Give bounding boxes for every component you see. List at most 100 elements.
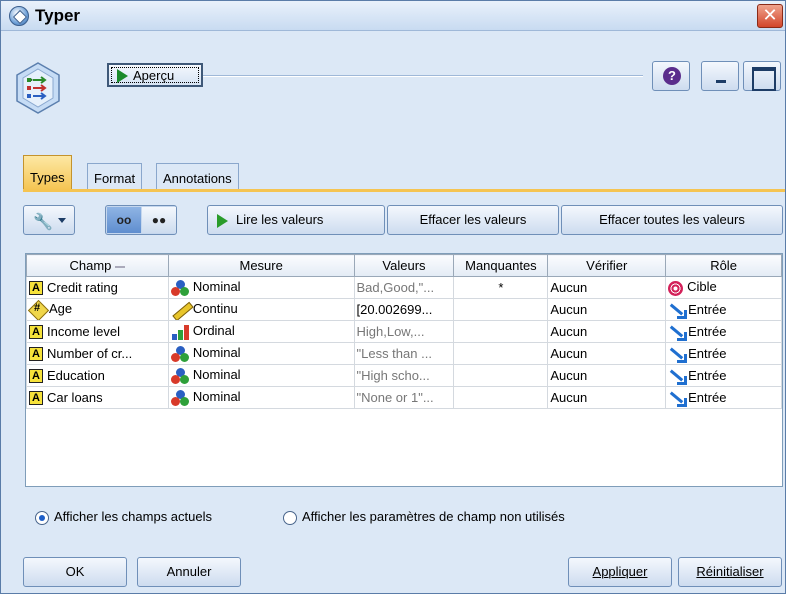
apply-button[interactable]: Appliquer bbox=[568, 557, 672, 587]
radio-unselected[interactable] bbox=[283, 510, 297, 525]
show-unused-settings-option[interactable]: Afficher les paramètres de champ non uti… bbox=[283, 509, 565, 525]
ok-button[interactable]: OK bbox=[23, 557, 127, 587]
role-cell[interactable]: Entrée bbox=[665, 364, 782, 387]
field-name: Car loans bbox=[47, 389, 103, 405]
missing-cell[interactable] bbox=[453, 342, 549, 365]
measure-cell[interactable]: Nominal bbox=[167, 276, 355, 299]
sort-indicator-icon bbox=[115, 265, 126, 268]
role-cell[interactable]: Entrée bbox=[665, 320, 782, 343]
field-name: Education bbox=[47, 367, 105, 383]
check-cell[interactable]: Aucun bbox=[547, 298, 667, 321]
measure-value: Continu bbox=[192, 301, 238, 317]
clear-values-button[interactable]: Effacer les valeurs bbox=[387, 205, 559, 235]
column-header-field[interactable]: Champ bbox=[26, 254, 169, 277]
role-value: Entrée bbox=[688, 323, 727, 339]
glasses-view-icon[interactable]: oo bbox=[107, 207, 141, 233]
title-bar[interactable]: Typer ✕ bbox=[1, 1, 785, 31]
field-cell[interactable]: A Car loans bbox=[26, 386, 169, 409]
measure-cell[interactable]: Nominal bbox=[167, 386, 355, 409]
help-button[interactable]: ? bbox=[652, 61, 690, 91]
missing-cell[interactable]: * bbox=[453, 276, 549, 299]
view-toggle: oo ●● bbox=[105, 205, 177, 235]
input-arrow-icon bbox=[668, 369, 688, 386]
measure-cell[interactable]: Continu bbox=[167, 298, 355, 321]
minimize-button[interactable] bbox=[701, 61, 739, 91]
missing-cell[interactable] bbox=[453, 298, 549, 321]
missing-cell[interactable] bbox=[453, 320, 549, 343]
column-header-role[interactable]: Rôle bbox=[665, 254, 782, 277]
type-node-icon: • bbox=[16, 62, 60, 114]
table-row[interactable]: A Income level Ordinal High,Low,... Aucun… bbox=[26, 320, 782, 343]
table-row[interactable]: A Education Nominal "High scho... Aucun E… bbox=[26, 364, 782, 387]
check-cell[interactable]: Aucun bbox=[547, 320, 667, 343]
column-header-measure[interactable]: Mesure bbox=[167, 254, 355, 277]
measure-cell[interactable]: Nominal bbox=[167, 342, 355, 365]
close-button[interactable]: ✕ bbox=[757, 4, 783, 28]
tab-format[interactable]: Format bbox=[87, 163, 143, 190]
tab-types[interactable]: Types bbox=[23, 155, 72, 190]
field-cell[interactable]: A Income level bbox=[26, 320, 169, 343]
measure-value: Ordinal bbox=[192, 323, 235, 339]
column-label: Champ bbox=[69, 258, 112, 273]
string-type-icon: A bbox=[29, 391, 43, 406]
string-type-icon: A bbox=[29, 347, 43, 362]
role-cell[interactable]: Cible bbox=[665, 276, 782, 299]
field-name: Income level bbox=[47, 323, 120, 339]
measure-cell[interactable]: Ordinal bbox=[167, 320, 355, 343]
values-cell[interactable]: High,Low,... bbox=[353, 320, 455, 343]
read-values-button[interactable]: Lire les valeurs bbox=[207, 205, 385, 235]
radio-selected[interactable] bbox=[35, 510, 49, 525]
role-value: Entrée bbox=[688, 345, 727, 361]
show-current-fields-option[interactable]: Afficher les champs actuels bbox=[35, 509, 212, 525]
preview-label: Aperçu bbox=[133, 68, 175, 83]
table-row[interactable]: Age Continu [20.002699... Aucun Entrée bbox=[26, 298, 782, 321]
check-cell[interactable]: Aucun bbox=[547, 342, 667, 365]
missing-cell[interactable] bbox=[453, 386, 549, 409]
numeric-type-icon bbox=[29, 302, 47, 318]
measure-cell[interactable]: Nominal bbox=[167, 364, 355, 387]
values-cell[interactable]: "None or 1"... bbox=[353, 386, 455, 409]
role-cell[interactable]: Entrée bbox=[665, 386, 782, 409]
check-cell[interactable]: Aucun bbox=[547, 386, 667, 409]
tab-annotations[interactable]: Annotations bbox=[156, 163, 239, 190]
table-row[interactable]: A Car loans Nominal "None or 1"... Aucun … bbox=[26, 386, 782, 409]
role-cell[interactable]: Entrée bbox=[665, 298, 782, 321]
values-cell[interactable]: [20.002699... bbox=[353, 298, 455, 321]
check-cell[interactable]: Aucun bbox=[547, 276, 667, 299]
values-cell[interactable]: "Less than ... bbox=[353, 342, 455, 365]
field-cell[interactable]: A Education bbox=[26, 364, 169, 387]
column-header-values[interactable]: Valeurs bbox=[353, 254, 455, 277]
values-cell[interactable]: Bad,Good,"... bbox=[353, 276, 455, 299]
maximize-button[interactable] bbox=[743, 61, 781, 91]
tools-menu-button[interactable]: 🔧 bbox=[23, 205, 75, 235]
values-cell[interactable]: "High scho... bbox=[353, 364, 455, 387]
reset-button[interactable]: Réinitialiser bbox=[678, 557, 782, 587]
check-cell[interactable]: Aucun bbox=[547, 364, 667, 387]
show-unused-label: Afficher les paramètres de champ non uti… bbox=[302, 509, 565, 524]
app-gem-icon bbox=[9, 6, 29, 26]
column-header-missing[interactable]: Manquantes bbox=[453, 254, 549, 277]
clear-all-values-button[interactable]: Effacer toutes les valeurs bbox=[561, 205, 783, 235]
table-row[interactable]: A Number of cr... Nominal "Less than ... … bbox=[26, 342, 782, 365]
role-cell[interactable]: Entrée bbox=[665, 342, 782, 365]
measure-value: Nominal bbox=[192, 389, 241, 405]
field-cell[interactable]: A Credit rating bbox=[26, 276, 169, 299]
column-header-check[interactable]: Vérifier bbox=[547, 254, 667, 277]
measure-value: Nominal bbox=[192, 279, 241, 295]
field-cell[interactable]: A Number of cr... bbox=[26, 342, 169, 365]
cancel-button[interactable]: Annuler bbox=[137, 557, 241, 587]
wrench-icon: 🔧 bbox=[33, 214, 53, 231]
input-arrow-icon bbox=[668, 391, 688, 408]
glasses-dark-view-icon[interactable]: ●● bbox=[142, 207, 176, 233]
string-type-icon: A bbox=[29, 369, 43, 384]
table-row[interactable]: A Credit rating Nominal Bad,Good,"... * A… bbox=[26, 276, 782, 299]
role-value: Entrée bbox=[688, 301, 727, 317]
continuous-icon bbox=[171, 302, 191, 318]
play-icon bbox=[217, 214, 228, 228]
preview-button[interactable]: Aperçu bbox=[107, 63, 203, 87]
missing-cell[interactable] bbox=[453, 364, 549, 387]
field-cell[interactable]: Age bbox=[26, 298, 169, 321]
input-arrow-icon bbox=[668, 347, 688, 364]
window-title: Typer bbox=[35, 6, 81, 25]
input-arrow-icon bbox=[668, 325, 688, 342]
